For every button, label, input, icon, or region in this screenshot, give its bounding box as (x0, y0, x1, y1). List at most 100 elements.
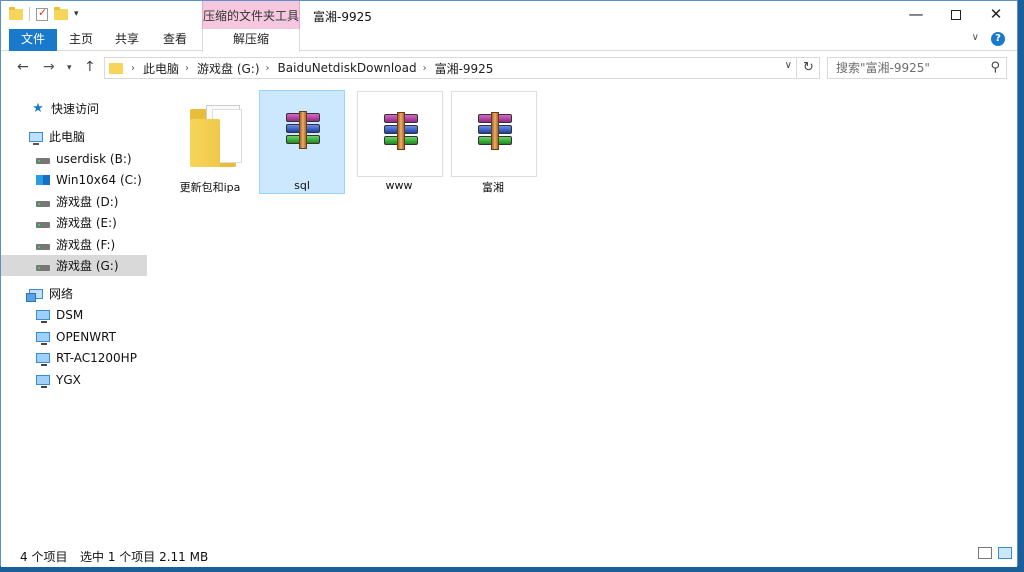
chevron-right-icon[interactable]: › (266, 63, 270, 74)
winrar-archive-icon (478, 112, 512, 150)
sidebar-item-label: Win10x64 (C:) (56, 172, 142, 187)
folder-icon (190, 105, 242, 167)
breadcrumb-drive-g[interactable]: 游戏盘 (G:) (197, 60, 260, 77)
sidebar-item-drive-g[interactable]: 游戏盘 (G:) (1, 255, 147, 276)
ribbon-controls: ∨ ? (972, 32, 1005, 46)
sidebar-item-network[interactable]: 网络 (1, 283, 147, 304)
file-name: sql (294, 179, 310, 192)
sidebar-item-drive-c[interactable]: Win10x64 (C:) (1, 169, 147, 190)
network-icon (26, 288, 43, 302)
explorer-window: ▾ 压缩的文件夹工具 富湘-9925 — ✕ 文件 主页 共享 查看 解压缩 ∨… (0, 0, 1018, 567)
properties-icon[interactable] (36, 6, 48, 21)
sidebar-item-rt-ac1200hp[interactable]: RT-AC1200HP (1, 347, 147, 368)
sidebar-item-drive-b[interactable]: userdisk (B:) (1, 148, 147, 169)
network-computer-icon (36, 352, 50, 366)
search-icon[interactable]: ⚲ (990, 58, 1000, 78)
winrar-archive-icon (286, 111, 320, 149)
search-placeholder: 搜索"富湘-9925" (836, 61, 930, 75)
drive-icon (36, 264, 50, 271)
sidebar-item-openwrt[interactable]: OPENWRT (1, 326, 147, 347)
sidebar-item-label: 此电脑 (49, 130, 86, 144)
tab-share[interactable]: 共享 (109, 29, 145, 51)
status-bar: 4 个项目 选中 1 个项目 2.11 MB (1, 540, 1017, 567)
star-icon: ★ (32, 100, 44, 116)
sidebar-item-label: 游戏盘 (F:) (56, 238, 116, 252)
details-view-icon[interactable] (978, 547, 992, 559)
tab-file[interactable]: 文件 (9, 29, 57, 51)
sidebar-item-label: 游戏盘 (G:) (56, 259, 119, 273)
breadcrumb-current-folder[interactable]: 富湘-9925 (435, 60, 494, 77)
sidebar-item-quick-access[interactable]: ★ 快速访问 (1, 98, 147, 119)
close-button[interactable]: ✕ (973, 1, 1019, 29)
large-icons-view-icon[interactable] (998, 547, 1012, 559)
sidebar-item-label: OPENWRT (56, 329, 116, 344)
navigation-pane: ★ 快速访问 此电脑 userdisk (B:) Win10x64 (C:) 游… (1, 84, 149, 540)
thumbnail (168, 91, 254, 177)
file-view[interactable]: 更新包和ipa sql www 富湘 (149, 84, 1017, 540)
back-arrow-icon[interactable]: ← (17, 59, 29, 75)
address-bar[interactable]: › 此电脑 › 游戏盘 (G:) › BaiduNetdiskDownload … (104, 57, 797, 79)
sidebar-item-label: 快速访问 (51, 102, 100, 116)
drive-icon (36, 157, 50, 164)
sidebar-item-dsm[interactable]: DSM (1, 304, 147, 325)
file-item-fuxiang[interactable]: 富湘 (450, 90, 537, 194)
windows-drive-icon (36, 174, 50, 185)
drive-icon (36, 200, 50, 207)
thumbnail (451, 91, 537, 177)
file-name: www (385, 179, 413, 192)
drive-icon (36, 243, 50, 250)
selection-info: 选中 1 个项目 2.11 MB (80, 550, 209, 564)
sidebar-item-drive-d[interactable]: 游戏盘 (D:) (1, 191, 147, 212)
window-title: 富湘-9925 (313, 10, 372, 24)
tab-extract[interactable]: 解压缩 (202, 29, 300, 52)
sidebar-item-label: YGX (56, 372, 81, 387)
thumbnail (357, 91, 443, 177)
chevron-right-icon[interactable]: › (423, 63, 427, 74)
sidebar-item-label: RT-AC1200HP (56, 350, 137, 365)
chevron-right-icon[interactable]: › (185, 63, 189, 74)
breadcrumb-this-pc[interactable]: 此电脑 (143, 60, 179, 77)
title-bar: ▾ 压缩的文件夹工具 富湘-9925 — ✕ (1, 1, 1017, 29)
file-item-sql[interactable]: sql (259, 90, 345, 194)
sidebar-item-this-pc[interactable]: 此电脑 (1, 126, 147, 147)
sidebar-item-drive-f[interactable]: 游戏盘 (F:) (1, 234, 147, 255)
quick-access-toolbar: ▾ (9, 6, 79, 21)
network-computer-icon (36, 331, 50, 345)
up-arrow-icon[interactable]: ↑ (84, 59, 96, 75)
sidebar-item-ygx[interactable]: YGX (1, 369, 147, 390)
context-tab-group-label: 压缩的文件夹工具 (202, 1, 300, 29)
folder-icon (9, 6, 23, 20)
winrar-archive-icon (384, 112, 418, 150)
chevron-right-icon[interactable]: › (131, 63, 135, 74)
network-computer-icon (36, 374, 50, 388)
file-name: 更新包和ipa (179, 181, 241, 194)
separator (29, 7, 30, 21)
sidebar-item-label: 游戏盘 (E:) (56, 216, 117, 230)
new-folder-icon[interactable] (54, 6, 68, 20)
item-count: 4 个项目 (20, 550, 68, 564)
ribbon-tabs: 文件 主页 共享 查看 解压缩 ∨ ? (1, 29, 1017, 52)
help-icon[interactable]: ? (991, 32, 1005, 46)
tab-home[interactable]: 主页 (63, 29, 99, 51)
refresh-icon[interactable]: ↻ (798, 57, 820, 79)
file-item-folder[interactable]: 更新包和ipa (167, 90, 253, 194)
expand-ribbon-icon[interactable]: ∨ (972, 32, 979, 46)
forward-arrow-icon[interactable]: → (43, 59, 55, 75)
drive-icon (36, 221, 50, 228)
sidebar-item-label: 游戏盘 (D:) (56, 195, 119, 209)
tab-view[interactable]: 查看 (157, 29, 193, 51)
folder-icon (109, 62, 123, 74)
thumbnail (260, 91, 346, 177)
recent-locations-icon[interactable]: ▾ (67, 63, 72, 73)
breadcrumb-baidunetdiskdownload[interactable]: BaiduNetdiskDownload (278, 61, 417, 75)
network-computer-icon (36, 309, 50, 323)
customize-toolbar-icon[interactable]: ▾ (74, 9, 79, 19)
sidebar-item-drive-e[interactable]: 游戏盘 (E:) (1, 212, 147, 233)
desktop-edge (1018, 0, 1024, 572)
address-toolbar: ← → ▾ ↑ › 此电脑 › 游戏盘 (G:) › BaiduNetdiskD… (1, 52, 1017, 84)
file-item-www[interactable]: www (356, 90, 443, 194)
search-input[interactable]: 搜索"富湘-9925" ⚲ (827, 57, 1007, 79)
sidebar-item-label: DSM (56, 307, 84, 322)
chevron-down-icon[interactable]: ∨ (785, 60, 792, 71)
sidebar-item-label: userdisk (B:) (56, 151, 132, 166)
